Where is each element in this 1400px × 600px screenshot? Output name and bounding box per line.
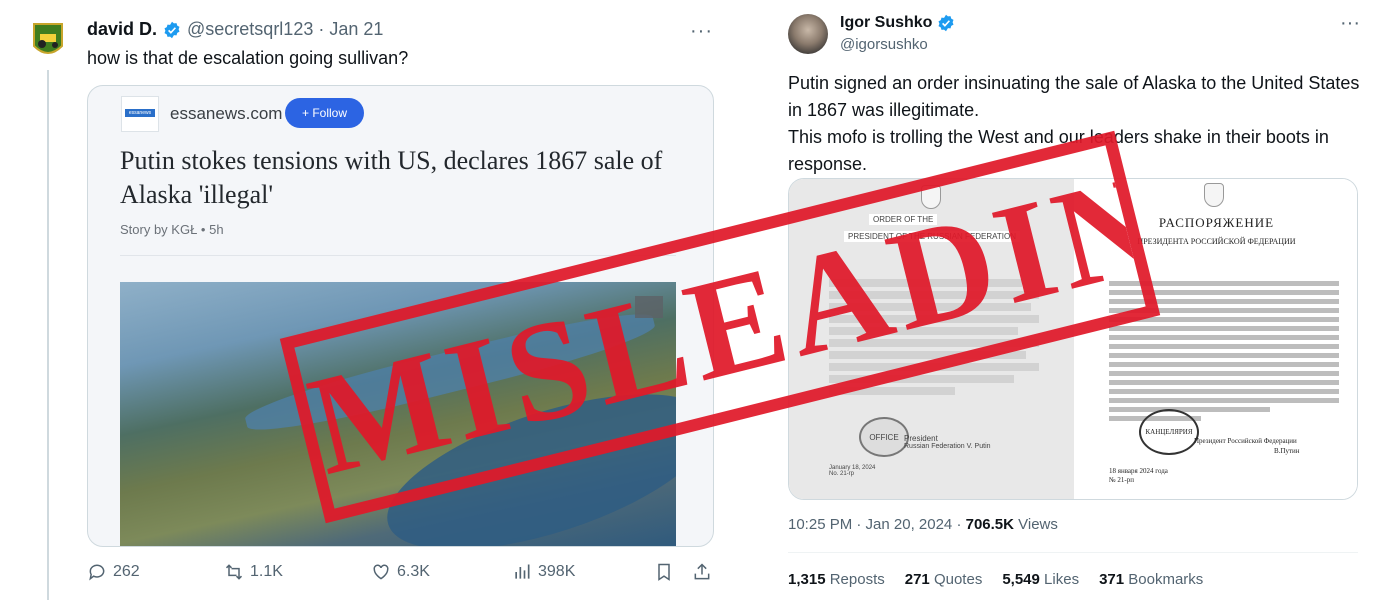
reposts-count: 1,315 [788, 571, 826, 588]
handle-and-time[interactable]: @secretsqrl123 · Jan 21 [187, 19, 383, 40]
tweet-text-line: This mofo is trolling the West and our l… [788, 127, 1329, 147]
doc-subtitle: ПРЕЗИДЕНТА РОССИЙСКОЙ ФЕДЕРАЦИИ [1137, 237, 1296, 246]
author-name[interactable]: david D. [87, 19, 157, 40]
author-name[interactable]: Igor Sushko [840, 14, 932, 32]
like-button[interactable]: 6.3K [371, 562, 430, 582]
author-handle[interactable]: @igorsushko [840, 36, 928, 53]
share-icon [694, 563, 710, 580]
reposts-label: Reposts [829, 571, 885, 588]
right-tweet: Igor Sushko @igorsushko ··· Putin signed… [770, 0, 1400, 600]
likes-stat[interactable]: 5,549 Likes [1002, 571, 1079, 588]
tweet-meta[interactable]: 10:25 PM · Jan 20, 2024 · 706.5K Views [788, 516, 1058, 533]
article-card[interactable]: essanews essanews.com + Follow Putin sto… [87, 85, 714, 547]
doc-subtitle: PRESIDENT OF THE RUSSIAN FEDERATION [844, 231, 1021, 242]
verified-badge-icon [164, 21, 180, 38]
president-sub: Russian Federation V. Putin [904, 443, 991, 450]
views-icon [515, 564, 530, 579]
tweet-actions: 262 1.1K 6.3K 398K [87, 562, 717, 590]
doc-date: January 18, 2024 No. 21-rp [829, 465, 875, 477]
bookmark-button[interactable] [654, 562, 674, 582]
divider [788, 552, 1358, 553]
photo-expand-icon[interactable] [635, 296, 663, 318]
bookmark-icon [658, 563, 670, 581]
president-signature: President Russian Federation V. Putin [904, 434, 991, 450]
tweet-text: Putin signed an order insinuating the sa… [788, 70, 1378, 178]
avatar[interactable] [788, 14, 828, 54]
office-stamp: OFFICE [859, 417, 909, 457]
doc-body-lines [829, 279, 1039, 399]
tweet-text: how is that de escalation going sullivan… [87, 48, 409, 68]
repost-count: 1.1K [250, 563, 283, 580]
views-count: 706.5K [965, 516, 1014, 533]
article-photo[interactable] [120, 282, 676, 546]
tweet-text-line: Putin signed an order insinuating the sa… [788, 73, 1360, 93]
president-label: Президент Российской Федерации [1194, 437, 1297, 445]
bookmarks-stat[interactable]: 371 Bookmarks [1099, 571, 1203, 588]
article-headline[interactable]: Putin stokes tensions with US, declares … [120, 144, 710, 212]
thread-line [47, 70, 49, 600]
author-row: Igor Sushko [840, 14, 955, 32]
more-options-icon[interactable]: ··· [690, 20, 713, 43]
doc-body-lines [1109, 281, 1339, 425]
verified-badge-icon [938, 14, 954, 32]
likes-label: Likes [1044, 571, 1080, 588]
doc-date-text: 18 января 2024 года [1109, 467, 1168, 475]
doc-title: РАСПОРЯЖЕНИЕ [1158, 215, 1275, 230]
doc-title: ORDER OF THE [869, 214, 938, 225]
share-button[interactable] [692, 562, 712, 582]
tweet-text-line: in 1867 was illegitimate. [788, 100, 980, 120]
coat-of-arms-icon [921, 185, 941, 209]
doc-number: № 21-рп [1109, 476, 1135, 484]
doc-date: 18 января 2024 года № 21-рп [1109, 467, 1168, 485]
coat-of-arms-icon [1204, 183, 1224, 207]
reply-count: 262 [113, 563, 140, 580]
reply-icon [89, 564, 105, 581]
office-stamp: КАНЦЕЛЯРИЯ [1139, 409, 1199, 455]
president-signature: В.Путин [1274, 447, 1300, 455]
publisher-name[interactable]: essanews.com [170, 104, 282, 124]
heart-icon [373, 564, 389, 580]
quotes-stat[interactable]: 271 Quotes [905, 571, 983, 588]
left-tweet: david D. @secretsqrl123 · Jan 21 ··· how… [0, 0, 740, 600]
more-options-icon[interactable]: ··· [1340, 12, 1360, 35]
publisher-logo: essanews [121, 96, 159, 132]
tweet-header: david D. @secretsqrl123 · Jan 21 [87, 19, 383, 40]
document-image[interactable]: ORDER OF THE PRESIDENT OF THE RUSSIAN FE… [788, 178, 1358, 500]
article-byline: Story by KGŁ • 5h [120, 222, 224, 237]
doc-number: No. 21-rp [829, 471, 855, 477]
divider [120, 255, 676, 256]
follow-button[interactable]: + Follow [285, 98, 364, 128]
views-button[interactable]: 398K [512, 562, 575, 582]
bookmarks-count: 371 [1099, 571, 1125, 588]
reposts-stat[interactable]: 1,315 Reposts [788, 571, 885, 588]
reply-button[interactable]: 262 [87, 562, 140, 582]
views-label: Views [1013, 516, 1058, 533]
likes-count: 5,549 [1002, 571, 1040, 588]
english-translation: ORDER OF THE PRESIDENT OF THE RUSSIAN FE… [789, 179, 1074, 499]
tweet-stats: 1,315 Reposts 271 Quotes 5,549 Likes 371… [788, 571, 1203, 588]
repost-icon [225, 564, 243, 580]
tweet-text-line: response. [788, 154, 868, 174]
avatar[interactable] [32, 22, 64, 60]
president-label: President [904, 434, 938, 443]
views-count: 398K [538, 563, 576, 580]
timestamp[interactable]: 10:25 PM · Jan 20, 2024 · [788, 516, 966, 533]
quotes-label: Quotes [933, 571, 983, 588]
repost-button[interactable]: 1.1K [224, 562, 283, 582]
publisher-logo-text: essanews [125, 109, 155, 117]
bookmarks-label: Bookmarks [1128, 571, 1204, 588]
like-count: 6.3K [397, 563, 430, 580]
russian-original: РАСПОРЯЖЕНИЕ ПРЕЗИДЕНТА РОССИЙСКОЙ ФЕДЕР… [1074, 179, 1357, 499]
quotes-count: 271 [904, 571, 930, 588]
